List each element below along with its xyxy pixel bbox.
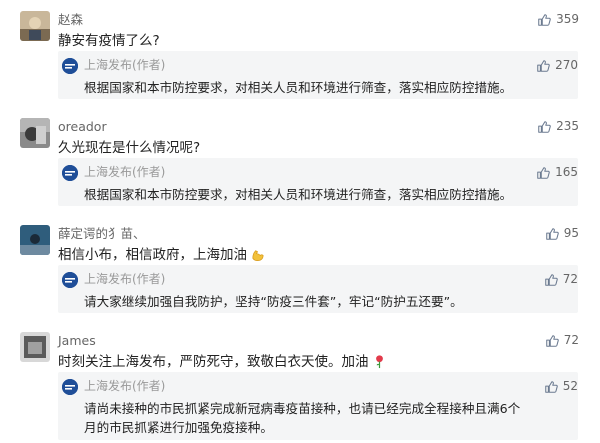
like-count: 270 [555,58,578,72]
thumbs-up-icon [544,273,558,287]
comment-text: 相信小布，相信政府，上海加油 [58,246,265,265]
avatar[interactable] [20,332,50,362]
thumbs-up-icon [537,120,551,134]
avatar[interactable] [20,225,50,255]
like-button[interactable]: 52 [544,378,578,395]
comment-text-content: 时刻关注上海发布，严防死守，致敬白衣天使。加油 [58,354,369,370]
official-avatar[interactable] [62,272,78,288]
thumbs-up-icon [536,166,550,180]
reply-author[interactable]: 上海发布(作者) [84,164,165,181]
like-button[interactable]: 270 [536,57,578,74]
like-count: 72 [562,272,578,286]
thumbs-up-icon [537,13,551,27]
reply-text-line: 请尚未接种的市民抓紧完成新冠病毒疫苗接种，也请已经完成全程接种且满6个 [84,401,521,416]
official-avatar[interactable] [62,165,78,181]
thumbs-up-icon [544,380,558,394]
official-avatar[interactable] [62,58,78,74]
like-button[interactable]: 359 [537,11,579,28]
comment-feed: 赵森 静安有疫情了么? 359 上海发布(作者) 270 根据国家和本市防控要求… [0,0,600,443]
comment-text-content: 相信小布，相信政府，上海加油 [58,247,247,263]
reply-text-line: 月的市民抓紧进行加强免疫接种。 [84,420,273,435]
flexed-biceps-emoji [250,247,265,262]
author-reply: 上海发布(作者) 270 根据国家和本市防控要求，对相关人员和环境进行筛查，落实… [58,51,578,99]
reply-author[interactable]: 上海发布(作者) [84,378,165,395]
comment-text: 久光现在是什么情况呢? [58,140,201,156]
like-button[interactable]: 72 [544,271,578,288]
like-count: 95 [563,226,579,240]
like-button[interactable]: 72 [545,332,579,349]
reply-text: 请大家继续加强自我防护，坚持“防疫三件套”，牢记“防护五还要”。 [84,294,463,309]
like-count: 72 [563,333,579,347]
like-count: 359 [556,12,579,26]
username[interactable]: oreador [58,118,107,135]
author-reply: 上海发布(作者) 165 根据国家和本市防控要求，对相关人员和环境进行筛查，落实… [58,158,578,206]
avatar[interactable] [20,118,50,148]
comment-text: 静安有疫情了么? [58,33,160,49]
like-count: 235 [556,119,579,133]
username[interactable]: James [58,332,96,349]
thumbs-up-icon [536,59,550,73]
official-avatar[interactable] [62,379,78,395]
like-count: 52 [562,379,578,393]
thumbs-up-icon [545,227,559,241]
like-button[interactable]: 165 [536,164,578,181]
reply-author[interactable]: 上海发布(作者) [84,271,165,288]
reply-author[interactable]: 上海发布(作者) [84,57,165,74]
reply-text: 根据国家和本市防控要求，对相关人员和环境进行筛查，落实相应防控措施。 [84,80,513,95]
reply-text: 请尚未接种的市民抓紧完成新冠病毒疫苗接种，也请已经完成全程接种且满6个 月的市民… [84,399,520,437]
reply-text: 根据国家和本市防控要求，对相关人员和环境进行筛查，落实相应防控措施。 [84,187,513,202]
rose-emoji [372,354,387,369]
author-reply: 上海发布(作者) 52 请尚未接种的市民抓紧完成新冠病毒疫苗接种，也请已经完成全… [58,372,578,440]
username[interactable]: 薛定谔的犭苗、 [58,225,146,242]
thumbs-up-icon [545,334,559,348]
like-count: 165 [555,165,578,179]
like-button[interactable]: 95 [545,225,579,242]
comment-text: 时刻关注上海发布，严防死守，致敬白衣天使。加油 [58,353,387,372]
username[interactable]: 赵森 [58,11,83,28]
author-reply: 上海发布(作者) 72 请大家继续加强自我防护，坚持“防疫三件套”，牢记“防护五… [58,265,578,313]
like-button[interactable]: 235 [537,118,579,135]
avatar[interactable] [20,11,50,41]
